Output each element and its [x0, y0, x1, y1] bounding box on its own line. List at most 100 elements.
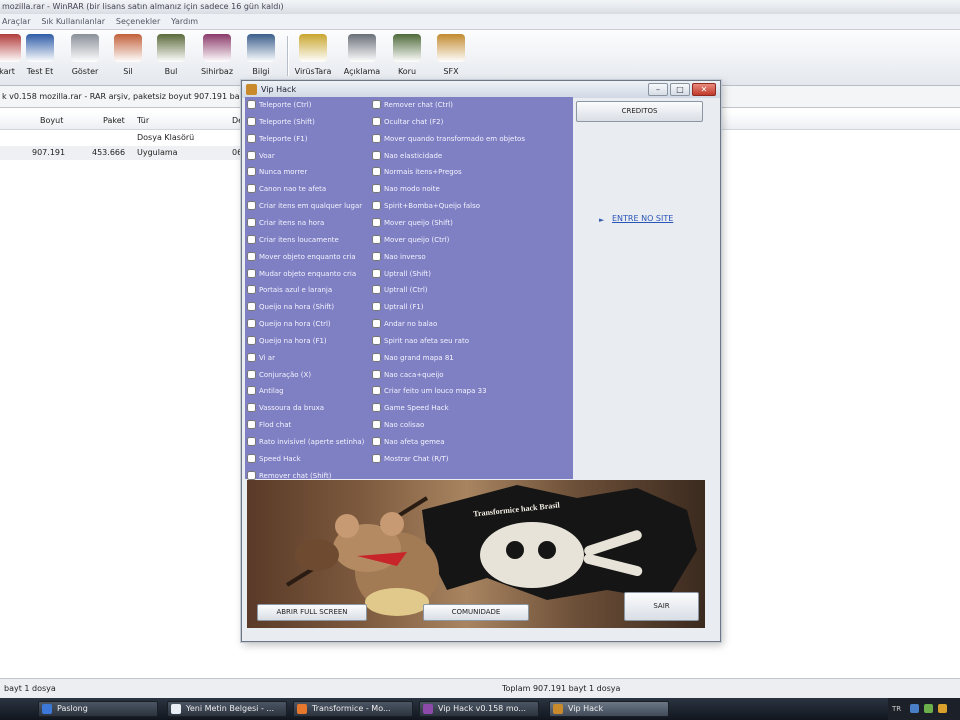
option-checkbox[interactable] [247, 251, 256, 261]
option-checkbox[interactable] [372, 285, 381, 295]
option-options_right-17[interactable]: Criar feito um louco mapa 33 [372, 385, 572, 397]
option-checkbox[interactable] [247, 319, 256, 329]
option-checkbox[interactable] [372, 319, 381, 329]
option-checkbox[interactable] [247, 352, 256, 362]
option-options_right-10[interactable]: Uptrall (Shift) [372, 268, 572, 280]
option-checkbox[interactable] [372, 403, 381, 413]
taskbar-item[interactable]: Transformice - Mo... [293, 701, 413, 717]
option-checkbox[interactable] [247, 470, 256, 480]
toolbar-virus-scan-button[interactable]: VirüsTara [292, 34, 334, 76]
option-checkbox[interactable] [372, 302, 381, 312]
vip-title-bar[interactable]: Vip Hack – □ ✕ [242, 81, 720, 98]
column-header-size[interactable]: Boyut [40, 112, 63, 130]
option-checkbox[interactable] [247, 217, 256, 227]
option-options_left-8[interactable]: Criar itens loucamente [247, 234, 367, 246]
option-options_left-4[interactable]: Nunca morrer [247, 166, 367, 178]
option-options_left-21[interactable]: Speed Hack [247, 453, 367, 465]
option-options_right-6[interactable]: Spirit+Bomba+Queijo falso [372, 200, 572, 212]
close-button[interactable]: ✕ [692, 83, 716, 96]
option-options_right-7[interactable]: Mover queijo (Shift) [372, 217, 572, 229]
option-options_left-2[interactable]: Teleporte (F1) [247, 133, 367, 145]
option-options_left-17[interactable]: Antilag [247, 385, 367, 397]
option-options_right-3[interactable]: Nao elasticidade [372, 150, 572, 162]
option-checkbox[interactable] [247, 234, 256, 244]
toolbar-wizard-button[interactable]: Sihirbaz [196, 34, 238, 76]
toolbar-test-button[interactable]: Test Et [19, 34, 61, 76]
taskbar-item-active[interactable]: Vip Hack [549, 701, 669, 717]
option-checkbox[interactable] [247, 285, 256, 295]
creditos-button[interactable]: CREDITOS [576, 101, 703, 122]
column-header-type[interactable]: Tür [137, 112, 149, 130]
option-options_left-0[interactable]: Teleporte (Ctrl) [247, 99, 367, 111]
option-checkbox[interactable] [372, 386, 381, 396]
sair-button[interactable]: SAIR [624, 592, 699, 621]
option-checkbox[interactable] [247, 420, 256, 430]
option-options_left-18[interactable]: Vassoura da bruxa [247, 402, 367, 414]
option-checkbox[interactable] [247, 150, 256, 160]
option-options_left-19[interactable]: Flod chat [247, 419, 367, 431]
option-options_right-4[interactable]: Normais itens+Pregos [372, 166, 572, 178]
option-options_right-1[interactable]: Ocultar chat (F2) [372, 116, 572, 128]
table-row[interactable]: 907.191 453.666 Uygulama 06 [0, 146, 260, 160]
option-options_right-14[interactable]: Spirit nao afeta seu rato [372, 335, 572, 347]
option-checkbox[interactable] [372, 453, 381, 463]
option-checkbox[interactable] [372, 420, 381, 430]
tray-icon[interactable] [938, 704, 947, 713]
taskbar-item[interactable]: Yeni Metin Belgesi - ... [167, 701, 287, 717]
option-options_left-7[interactable]: Criar itens na hora [247, 217, 367, 229]
option-options_left-14[interactable]: Queijo na hora (F1) [247, 335, 367, 347]
option-checkbox[interactable] [247, 167, 256, 177]
toolbar-info-button[interactable]: Bilgi [240, 34, 282, 76]
option-checkbox[interactable] [247, 335, 256, 345]
option-checkbox[interactable] [372, 234, 381, 244]
option-options_right-15[interactable]: Nao grand mapa 81 [372, 352, 572, 364]
option-checkbox[interactable] [372, 217, 381, 227]
option-options_left-9[interactable]: Mover objeto enquanto cria [247, 251, 367, 263]
toolbar-comment-button[interactable]: Açıklama [341, 34, 383, 76]
option-options_right-20[interactable]: Nao afeta gemea [372, 436, 572, 448]
tray-icon[interactable] [910, 704, 919, 713]
option-options_left-20[interactable]: Rato invisível (aperte setinha) [247, 436, 367, 448]
option-options_left-1[interactable]: Teleporte (Shift) [247, 116, 367, 128]
option-checkbox[interactable] [372, 268, 381, 278]
toolbar-view-button[interactable]: Göster [64, 34, 106, 76]
option-options_left-16[interactable]: Conjuração (X) [247, 369, 367, 381]
option-options_left-11[interactable]: Portais azul e laranja [247, 284, 367, 296]
option-options_left-13[interactable]: Queijo na hora (Ctrl) [247, 318, 367, 330]
toolbar-find-button[interactable]: Bul [150, 34, 192, 76]
maximize-button[interactable]: □ [670, 83, 690, 96]
option-checkbox[interactable] [372, 369, 381, 379]
option-options_right-2[interactable]: Mover quando transformado em objetos [372, 133, 572, 145]
option-options_right-19[interactable]: Nao colisao [372, 419, 572, 431]
option-checkbox[interactable] [247, 403, 256, 413]
option-checkbox[interactable] [372, 116, 381, 126]
option-checkbox[interactable] [247, 100, 256, 109]
option-checkbox[interactable] [247, 437, 256, 446]
option-options_right-13[interactable]: Andar no balao [372, 318, 572, 330]
minimize-button[interactable]: – [648, 83, 668, 96]
option-checkbox[interactable] [372, 352, 381, 362]
menu-item-help[interactable]: Yardım [169, 14, 204, 30]
option-checkbox[interactable] [372, 150, 381, 160]
option-checkbox[interactable] [247, 184, 256, 194]
option-options_left-5[interactable]: Canon nao te afeta [247, 183, 367, 195]
menu-item-favorites[interactable]: Sık Kullanılanlar [39, 14, 111, 30]
option-options_left-10[interactable]: Mudar objeto enquanto cria [247, 268, 367, 280]
option-checkbox[interactable] [372, 184, 381, 194]
option-checkbox[interactable] [247, 386, 256, 396]
site-link[interactable]: ENTRE NO SITE [612, 214, 673, 223]
option-checkbox[interactable] [372, 100, 381, 109]
option-checkbox[interactable] [372, 335, 381, 345]
option-options_right-12[interactable]: Uptrall (F1) [372, 301, 572, 313]
option-checkbox[interactable] [247, 302, 256, 312]
language-indicator[interactable]: TR [892, 698, 901, 720]
option-options_left-12[interactable]: Queijo na hora (Shift) [247, 301, 367, 313]
option-options_left-3[interactable]: Voar [247, 150, 367, 162]
taskbar-item[interactable]: Vip Hack v0.158 mo... [419, 701, 539, 717]
tray-icon[interactable] [924, 704, 933, 713]
option-options_left-15[interactable]: Vi ar [247, 352, 367, 364]
menu-item-options[interactable]: Seçenekler [114, 14, 166, 30]
option-options_right-18[interactable]: Game Speed Hack [372, 402, 572, 414]
option-options_right-5[interactable]: Nao modo noite [372, 183, 572, 195]
option-checkbox[interactable] [372, 167, 381, 177]
